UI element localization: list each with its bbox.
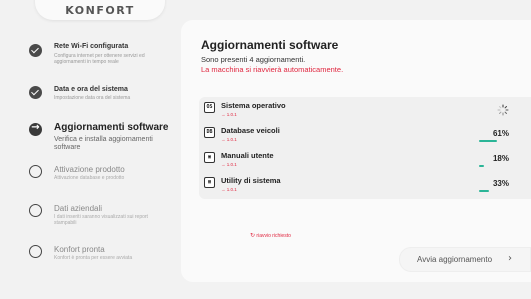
update-row-database[interactable]: DB Database veicoli → 1.0.1 61% bbox=[199, 124, 531, 150]
update-name: Database veicoli bbox=[221, 126, 280, 135]
step-title: Rete Wi-Fi configurata bbox=[54, 43, 129, 50]
progress-fill bbox=[479, 140, 498, 142]
progress-fill bbox=[479, 165, 485, 167]
updates-list: OS Sistema operativo → 1.0.1 DB Database… bbox=[199, 97, 531, 199]
step-title: Data e ora del sistema bbox=[54, 86, 128, 93]
step-title: Konfort pronta bbox=[54, 245, 105, 254]
start-update-button[interactable]: Avvia aggiornamento › bbox=[399, 247, 531, 272]
setup-sidebar: KONFORT Rete Wi-Fi configurata Configura… bbox=[7, 0, 177, 299]
update-name: Manuali utente bbox=[221, 151, 274, 160]
update-version: → 1.0.1 bbox=[221, 112, 237, 117]
toolbox-icon: ▦ bbox=[204, 177, 215, 188]
circle-icon bbox=[29, 165, 42, 178]
step-description: Attivazione database e prodotto bbox=[54, 175, 125, 181]
updates-count-text: Sono presenti 4 aggiornamenti. bbox=[201, 55, 306, 64]
loading-spinner-icon bbox=[497, 103, 509, 116]
update-version: → 1.0.1 bbox=[221, 137, 237, 142]
step-title: Aggiornamenti software bbox=[54, 122, 169, 133]
database-icon: DB bbox=[204, 127, 215, 138]
brand-logo: KONFORT bbox=[35, 0, 165, 20]
manual-icon: ▣ bbox=[204, 152, 215, 163]
update-row-utility[interactable]: ▦ Utility di sistema → 1.0.1 33% bbox=[199, 174, 531, 200]
restart-warning: La macchina si riavvierà automaticamente… bbox=[201, 65, 344, 74]
os-icon: OS bbox=[204, 102, 215, 113]
progress-percent: 61% bbox=[492, 129, 509, 138]
progress-bar bbox=[479, 190, 509, 192]
update-name: Sistema operativo bbox=[221, 101, 286, 110]
restart-required-text: riavvio richiesto bbox=[256, 233, 291, 239]
check-icon bbox=[29, 44, 42, 57]
step-title: Attivazione prodotto bbox=[54, 165, 125, 174]
progress-percent: 33% bbox=[492, 179, 509, 188]
start-update-label: Avvia aggiornamento bbox=[417, 255, 493, 264]
logo-text: KONFORT bbox=[65, 3, 135, 17]
arrow-right-icon bbox=[29, 122, 42, 136]
circle-icon bbox=[29, 204, 42, 217]
progress-fill bbox=[479, 190, 489, 192]
update-version: → 1.0.1 bbox=[221, 187, 237, 192]
progress-bar bbox=[479, 140, 509, 142]
update-name: Utility di sistema bbox=[221, 176, 281, 185]
step-description: Verifica e installa aggiornamenti softwa… bbox=[54, 136, 153, 151]
step-description: I dati inseriti saranno visualizzati sui… bbox=[54, 214, 148, 226]
main-panel: Aggiornamenti software Sono presenti 4 a… bbox=[181, 20, 531, 282]
page-title: Aggiornamenti software bbox=[201, 38, 339, 52]
chevron-right-icon: › bbox=[508, 253, 512, 264]
step-title: Dati aziendali bbox=[54, 204, 103, 213]
step-description: Konfort è pronta per essere avviata bbox=[54, 255, 133, 261]
restart-icon: ↻ bbox=[250, 232, 256, 239]
step-description: Impostazione data ora del sistema bbox=[54, 95, 131, 101]
circle-icon bbox=[29, 245, 42, 258]
progress-bar bbox=[479, 165, 509, 167]
restart-required-note: ↻ riavvio richiesto bbox=[250, 232, 291, 239]
update-row-manuals[interactable]: ▣ Manuali utente → 1.0.1 18% bbox=[199, 149, 531, 175]
step-description: Configura internet per ottenere servizi … bbox=[54, 53, 145, 65]
update-row-os[interactable]: OS Sistema operativo → 1.0.1 bbox=[199, 99, 531, 125]
progress-percent: 18% bbox=[492, 154, 509, 163]
check-icon bbox=[29, 86, 42, 99]
update-version: → 1.0.1 bbox=[221, 162, 237, 167]
